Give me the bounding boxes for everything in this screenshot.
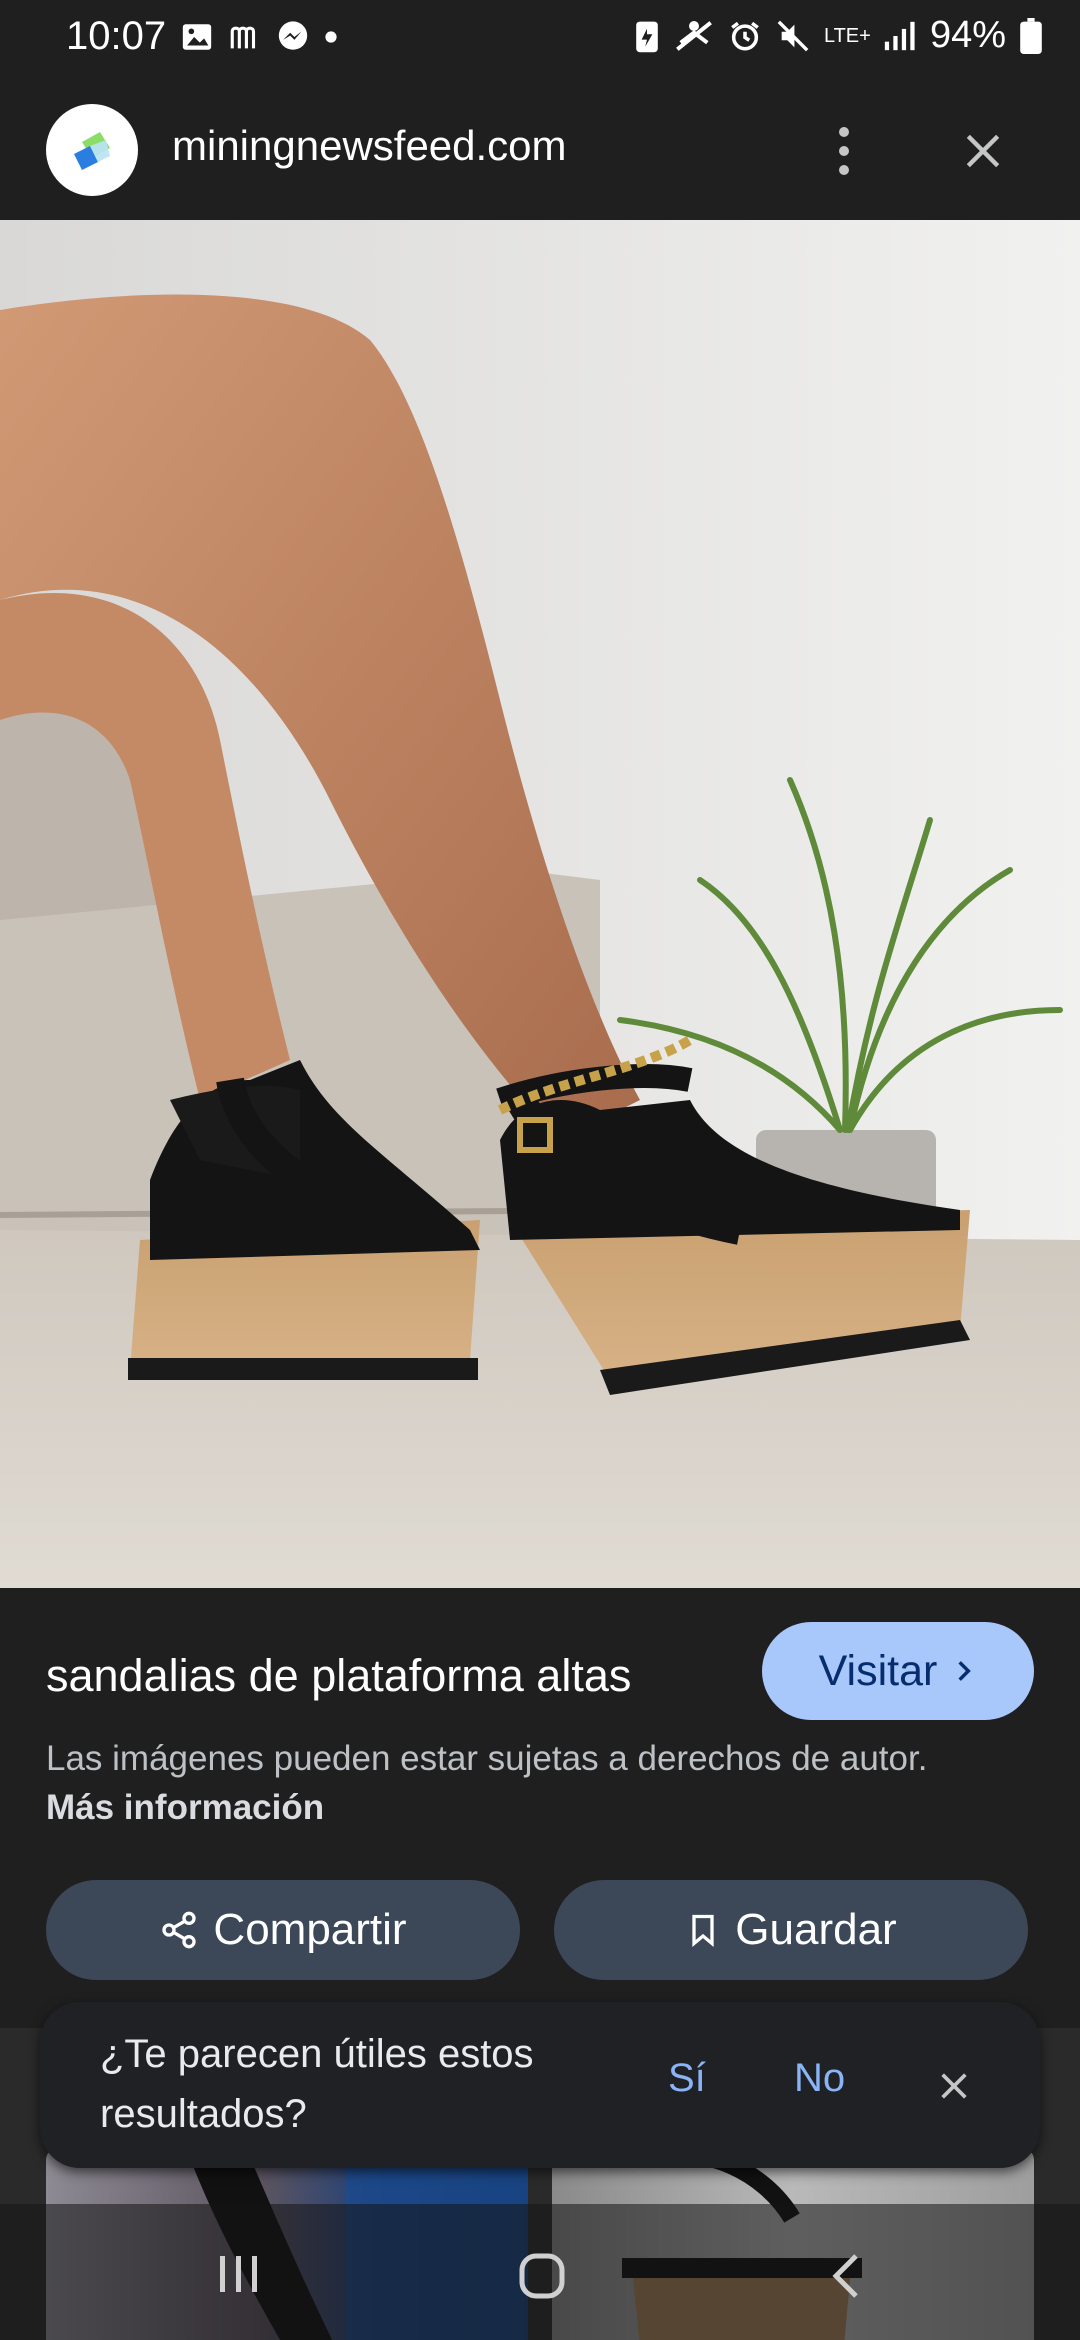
viewer-header: miningnewsfeed.com (0, 80, 1080, 220)
save-button[interactable]: Guardar (554, 1880, 1028, 1980)
share-button-label: Compartir (213, 1905, 407, 1954)
battery-percent: 94% (929, 14, 1006, 56)
status-time: 10:07 (66, 14, 167, 58)
messenger-icon (278, 21, 308, 50)
signal-icon (884, 21, 915, 50)
status-system-icons: LTE+ 94% (634, 14, 1042, 57)
feedback-yes-button[interactable]: Sí (668, 2056, 706, 2101)
feedback-card: ¿Te parecen útiles estos resultados? Sí … (40, 2002, 1040, 2168)
home-icon[interactable] (518, 2252, 566, 2300)
close-icon[interactable] (948, 116, 1018, 186)
status-bar: 10:07 LTE+ 94% (0, 0, 1080, 80)
feedback-no-button[interactable]: No (794, 2056, 845, 2101)
result-title: sandalias de plataforma altas (46, 1650, 632, 1701)
visit-button[interactable]: Visitar (762, 1622, 1034, 1720)
recents-icon[interactable] (216, 2254, 262, 2294)
more-info-link[interactable]: Más información (46, 1788, 324, 1827)
network-type: LTE+ (823, 24, 871, 47)
system-nav-bar (0, 2204, 1080, 2340)
more-vert-icon[interactable] (814, 116, 874, 186)
site-logo-mark (74, 132, 110, 170)
silent-mode-icon (676, 20, 712, 51)
copyright-notice: Las imágenes pueden estar sujetas a dere… (46, 1734, 946, 1832)
alarm-icon (731, 21, 759, 51)
visit-button-label: Visitar (818, 1646, 938, 1695)
site-logo-icon[interactable] (46, 104, 138, 196)
back-icon[interactable] (826, 2252, 866, 2300)
result-image[interactable] (0, 220, 1080, 1588)
m-notification-icon (230, 26, 256, 49)
result-info-panel: sandalias de plataforma altas Visitar La… (0, 1588, 1080, 2028)
mute-icon (777, 20, 809, 51)
save-button-label: Guardar (735, 1905, 897, 1954)
feedback-close-icon[interactable] (924, 2056, 984, 2116)
bookmark-icon (692, 1914, 714, 1948)
site-domain[interactable]: miningnewsfeed.com (172, 122, 567, 170)
chevron-right-icon (958, 1661, 972, 1681)
sandals-photo (0, 220, 1080, 1588)
battery-saver-icon (636, 21, 658, 52)
copyright-text: Las imágenes pueden estar sujetas a dere… (46, 1739, 928, 1778)
battery-icon (1020, 17, 1042, 54)
image-notification-icon (182, 24, 212, 50)
status-notification-icons (180, 20, 338, 54)
dot-icon (325, 31, 337, 43)
share-icon (162, 1911, 197, 1949)
share-button[interactable]: Compartir (46, 1880, 520, 1980)
feedback-question: ¿Te parecen útiles estos resultados? (100, 2032, 534, 2136)
